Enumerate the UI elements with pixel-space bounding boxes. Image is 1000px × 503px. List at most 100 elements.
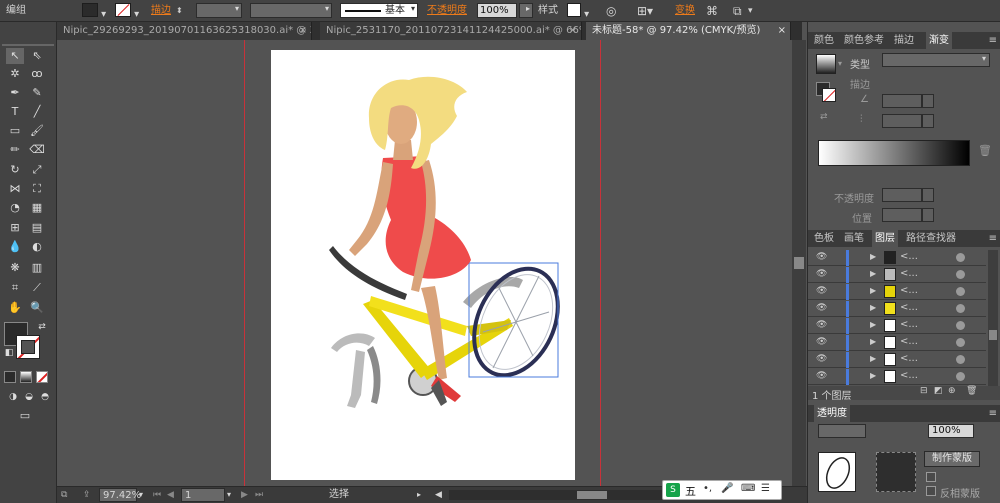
curvature-tool-icon[interactable]: ✎ bbox=[28, 85, 46, 101]
selection-tool-icon[interactable]: ↖ bbox=[6, 48, 24, 64]
tab-document-2[interactable]: Nipic_2531170_20110723141124425000.ai* @… bbox=[320, 22, 582, 40]
layer-row[interactable]: 👁 ▶ <... bbox=[808, 301, 986, 317]
transparency-opacity-input[interactable]: 100% bbox=[928, 424, 974, 438]
style-swatch[interactable]: ▾ bbox=[567, 3, 589, 20]
tools-grip[interactable] bbox=[2, 44, 54, 46]
make-mask-button[interactable]: 制作蒙版 bbox=[924, 451, 980, 467]
tab-color-guide[interactable]: 颜色参考 bbox=[844, 32, 884, 49]
variable-width-dropdown[interactable]: ▾ bbox=[250, 3, 332, 18]
tab-document-1[interactable]: Nipic_29269293_20190701163625318030.ai* … bbox=[57, 22, 312, 40]
free-transform-tool-icon[interactable]: ⛶ bbox=[28, 181, 46, 197]
scroll-left-icon[interactable]: ◀ bbox=[435, 488, 442, 502]
transform-label[interactable]: 变换 bbox=[675, 3, 695, 19]
ime-keyboard-icon[interactable]: ⌨ bbox=[741, 483, 755, 494]
symbol-sprayer-tool-icon[interactable]: ❋ bbox=[6, 260, 24, 276]
eraser-tool-icon[interactable]: ⌫ bbox=[28, 142, 46, 158]
chevron-down-icon[interactable]: ▾ bbox=[139, 488, 143, 502]
panel-menu-icon[interactable]: ≡ bbox=[989, 32, 997, 49]
mesh-tool-icon[interactable]: ⊞ bbox=[6, 220, 24, 236]
stroke-color-swatch[interactable] bbox=[16, 335, 40, 359]
perspective-grid-tool-icon[interactable]: ▦ bbox=[28, 200, 46, 216]
stroke-label[interactable]: 描边 bbox=[151, 3, 171, 19]
panel-menu-icon[interactable]: ▾ bbox=[748, 3, 753, 19]
layer-row[interactable]: 👁 ▶ <... bbox=[808, 369, 986, 385]
zoom-tool-icon[interactable]: 🔍 bbox=[28, 300, 46, 316]
tab-transparency[interactable]: 透明度 bbox=[814, 405, 850, 422]
draw-inside-icon[interactable]: ◓ bbox=[36, 389, 54, 405]
type-tool-icon[interactable]: T bbox=[6, 104, 24, 120]
rectangle-tool-icon[interactable]: ▭ bbox=[6, 123, 24, 139]
ime-mode-label[interactable]: 五 bbox=[685, 483, 696, 499]
last-page-icon[interactable]: ⏭ bbox=[255, 488, 263, 502]
ime-mic-icon[interactable]: 🎤 bbox=[721, 483, 733, 494]
angle-dropdown[interactable] bbox=[922, 94, 934, 108]
tab-layers[interactable]: 图层 bbox=[872, 230, 898, 247]
new-sublayer-icon[interactable]: ⊟ bbox=[920, 386, 928, 396]
angle-input[interactable] bbox=[882, 94, 922, 108]
scrollbar-thumb[interactable] bbox=[577, 491, 607, 499]
aspect-dropdown[interactable] bbox=[922, 114, 934, 128]
layer-row[interactable]: 👁 ▶ <... bbox=[808, 335, 986, 351]
layer-row[interactable]: 👁 ▶ <... bbox=[808, 250, 986, 266]
scale-tool-icon[interactable]: ⤢ bbox=[28, 162, 46, 178]
trash-icon[interactable]: 🗑 bbox=[978, 144, 992, 157]
close-icon[interactable]: × bbox=[569, 22, 577, 40]
panel-menu-icon[interactable]: ≡ bbox=[989, 405, 997, 422]
tab-brushes[interactable]: 画笔 bbox=[844, 230, 864, 247]
object-thumbnail[interactable] bbox=[818, 452, 856, 492]
status-menu-icon[interactable]: ▸ bbox=[417, 488, 421, 502]
tab-gradient[interactable]: 渐变 bbox=[926, 32, 952, 49]
width-tool-icon[interactable]: ⋈ bbox=[6, 181, 24, 197]
invert-mask-checkbox[interactable] bbox=[926, 486, 936, 496]
layer-row[interactable]: 👁 ▶ <... bbox=[808, 267, 986, 283]
aspect-input[interactable] bbox=[882, 114, 922, 128]
close-icon[interactable]: × bbox=[778, 22, 786, 40]
artboard[interactable] bbox=[271, 50, 575, 480]
blend-tool-icon[interactable]: ◐ bbox=[28, 239, 46, 255]
first-page-icon[interactable]: ⏮ bbox=[153, 488, 161, 502]
stroke-weight-dropdown[interactable]: ▾ bbox=[196, 3, 242, 18]
direct-selection-tool-icon[interactable]: ⇖ bbox=[28, 48, 46, 64]
artboard-tool-icon[interactable]: ⌗ bbox=[6, 280, 24, 296]
close-icon[interactable]: × bbox=[299, 22, 307, 40]
tab-document-active[interactable]: 未标题-58* @ 97.42% (CMYK/预览) × bbox=[586, 22, 791, 40]
align-icon[interactable]: ⊞▾ bbox=[637, 3, 653, 19]
default-colors-icon[interactable]: ◧ bbox=[0, 345, 18, 361]
gradient-type-dropdown[interactable]: ▾ bbox=[882, 53, 990, 67]
stroke-swatch[interactable]: ▾ bbox=[115, 3, 139, 20]
cyclist-illustration[interactable] bbox=[271, 50, 575, 480]
tab-swatches[interactable]: 色板 bbox=[814, 230, 834, 247]
none-mode-icon[interactable] bbox=[36, 371, 48, 383]
pencil-tool-icon[interactable]: ✏ bbox=[6, 142, 24, 158]
location-dropdown[interactable] bbox=[922, 208, 934, 222]
eyedropper-tool-icon[interactable]: 💧 bbox=[6, 239, 24, 255]
location-input[interactable] bbox=[882, 208, 922, 222]
layer-row[interactable]: 👁 ▶ <... bbox=[808, 284, 986, 300]
fill-swatch[interactable]: ▾ bbox=[82, 3, 106, 20]
stroke-box-icon[interactable] bbox=[822, 88, 836, 102]
magic-wand-tool-icon[interactable]: ✲ bbox=[6, 66, 24, 82]
chevron-down-icon[interactable]: ▾ bbox=[227, 488, 231, 502]
recolor-icon[interactable]: ◎ bbox=[606, 3, 616, 19]
pen-tool-icon[interactable]: ✒ bbox=[6, 85, 24, 101]
status-icon[interactable]: ⧉ bbox=[61, 488, 67, 502]
opacity-chevron[interactable]: ▸ bbox=[519, 3, 533, 18]
layers-scrollbar[interactable] bbox=[988, 250, 998, 386]
slice-tool-icon[interactable]: ⟋ bbox=[28, 280, 46, 296]
tab-stroke[interactable]: 描边 bbox=[894, 32, 914, 49]
new-layer-icon[interactable]: ⊕ bbox=[948, 386, 956, 396]
layer-row[interactable]: 👁 ▶ <... bbox=[808, 318, 986, 334]
opacity-dropdown[interactable] bbox=[922, 188, 934, 202]
gradient-mode-icon[interactable] bbox=[20, 371, 32, 383]
opacity-input[interactable] bbox=[882, 188, 922, 202]
ime-punct-icon[interactable]: •, bbox=[703, 483, 712, 494]
export-icon[interactable]: ⇪ bbox=[83, 488, 91, 502]
mask-thumbnail[interactable] bbox=[876, 452, 916, 492]
zoom-input[interactable]: 97.42% bbox=[99, 488, 141, 502]
hand-tool-icon[interactable]: ✋ bbox=[6, 300, 24, 316]
line-tool-icon[interactable]: ╱ bbox=[28, 104, 46, 120]
opacity-input[interactable]: 100% bbox=[477, 3, 517, 18]
chevron-down-icon[interactable]: ▾ bbox=[838, 59, 842, 68]
stroke-stepper[interactable]: ⬍ bbox=[176, 3, 183, 19]
panel-menu-icon[interactable]: ≡ bbox=[989, 230, 997, 247]
